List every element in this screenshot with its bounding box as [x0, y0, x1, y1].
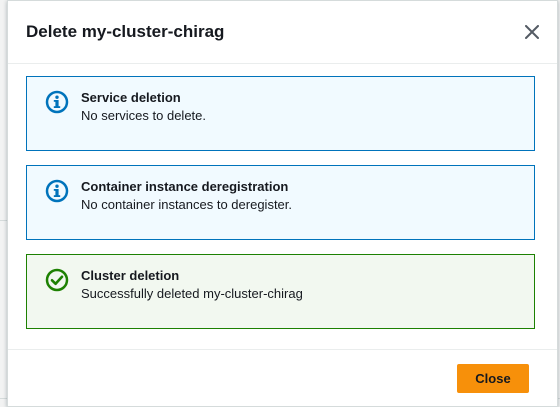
alert-text: No container instances to deregister. [81, 197, 293, 212]
modal-title: Delete my-cluster-chirag [26, 22, 225, 41]
container-instance-deregistration-alert: Container instance deregistration No con… [26, 165, 535, 240]
modal-header: Delete my-cluster-chirag [8, 1, 557, 64]
info-icon [45, 90, 69, 114]
info-icon [45, 179, 69, 203]
alert-content: Service deletion No services to delete. [81, 89, 206, 126]
delete-cluster-modal: Delete my-cluster-chirag Service deletio… [7, 0, 558, 407]
service-deletion-alert: Service deletion No services to delete. [26, 76, 535, 151]
alert-content: Cluster deletion Successfully deleted my… [81, 267, 303, 304]
cluster-deletion-alert: Cluster deletion Successfully deleted my… [26, 254, 535, 329]
alert-title: Container instance deregistration [81, 179, 289, 194]
alert-text: No services to delete. [81, 108, 207, 123]
alert-title: Cluster deletion [81, 268, 180, 283]
alert-text: Successfully deleted my-cluster-chirag [81, 286, 303, 301]
modal-footer: Close [8, 349, 557, 406]
modal-body: Service deletion No services to delete. … [8, 64, 557, 329]
background-divider [0, 220, 7, 221]
close-button[interactable]: Close [457, 363, 529, 393]
alert-content: Container instance deregistration No con… [81, 178, 292, 215]
close-icon[interactable] [521, 21, 543, 43]
check-circle-icon [45, 268, 69, 292]
alert-title: Service deletion [81, 90, 181, 105]
